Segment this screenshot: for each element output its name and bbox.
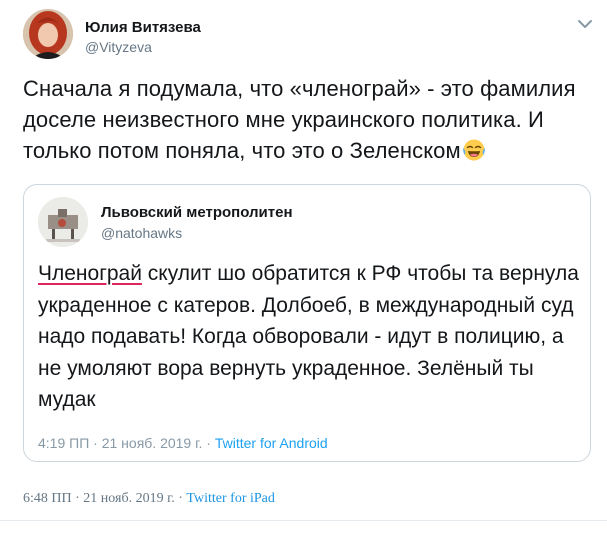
quoted-tweet-date[interactable]: 21 нояб. 2019 г. [102,435,203,451]
quoted-author-name[interactable]: Львовский метрополитен [101,204,293,221]
tweet-text: Сначала я подумала, что «членограй» - эт… [23,73,593,166]
quoted-author-avatar[interactable] [38,197,88,247]
quoted-tweet-time[interactable]: 4:19 ПП [38,435,89,451]
underlined-word: Членограй [38,262,142,285]
quoted-tweet-card[interactable]: Львовский метрополитен @natohawks Членог… [23,184,591,462]
tweet-date[interactable]: 21 нояб. 2019 г. [83,491,174,506]
tweet-meta: 6:48 ПП · 21 нояб. 2019 г. · Twitter for… [23,491,275,507]
tweet-source-link[interactable]: Twitter for iPad [186,491,274,506]
face-with-tears-of-joy-icon [462,138,486,162]
tweet[interactable]: Юлия Витязева @Vityzeva Сначала я подума… [0,0,607,535]
quoted-tweet-meta: 4:19 ПП · 21 нояб. 2019 г. · Twitter for… [38,435,328,451]
quoted-author-handle[interactable]: @natohawks [101,225,182,241]
quoted-tweet-source-link[interactable]: Twitter for Android [215,435,328,451]
tweet-text-body: Сначала я подумала, что «членограй» - эт… [23,76,576,163]
author-avatar[interactable] [23,9,73,59]
tweet-separator-2: · [174,491,187,506]
divider [0,520,607,521]
quoted-tweet-text: Членограй скулит шо обратится к РФ чтобы… [38,258,583,416]
tweet-separator-1: · [71,491,84,506]
author-handle[interactable]: @Vityzeva [85,39,152,55]
quoted-tweet-separator-2: · [202,435,215,451]
tweet-time[interactable]: 6:48 ПП [23,491,72,506]
chevron-down-icon[interactable] [576,18,594,32]
author-name[interactable]: Юлия Витязева [85,19,201,36]
quoted-tweet-separator-1: · [89,435,102,451]
